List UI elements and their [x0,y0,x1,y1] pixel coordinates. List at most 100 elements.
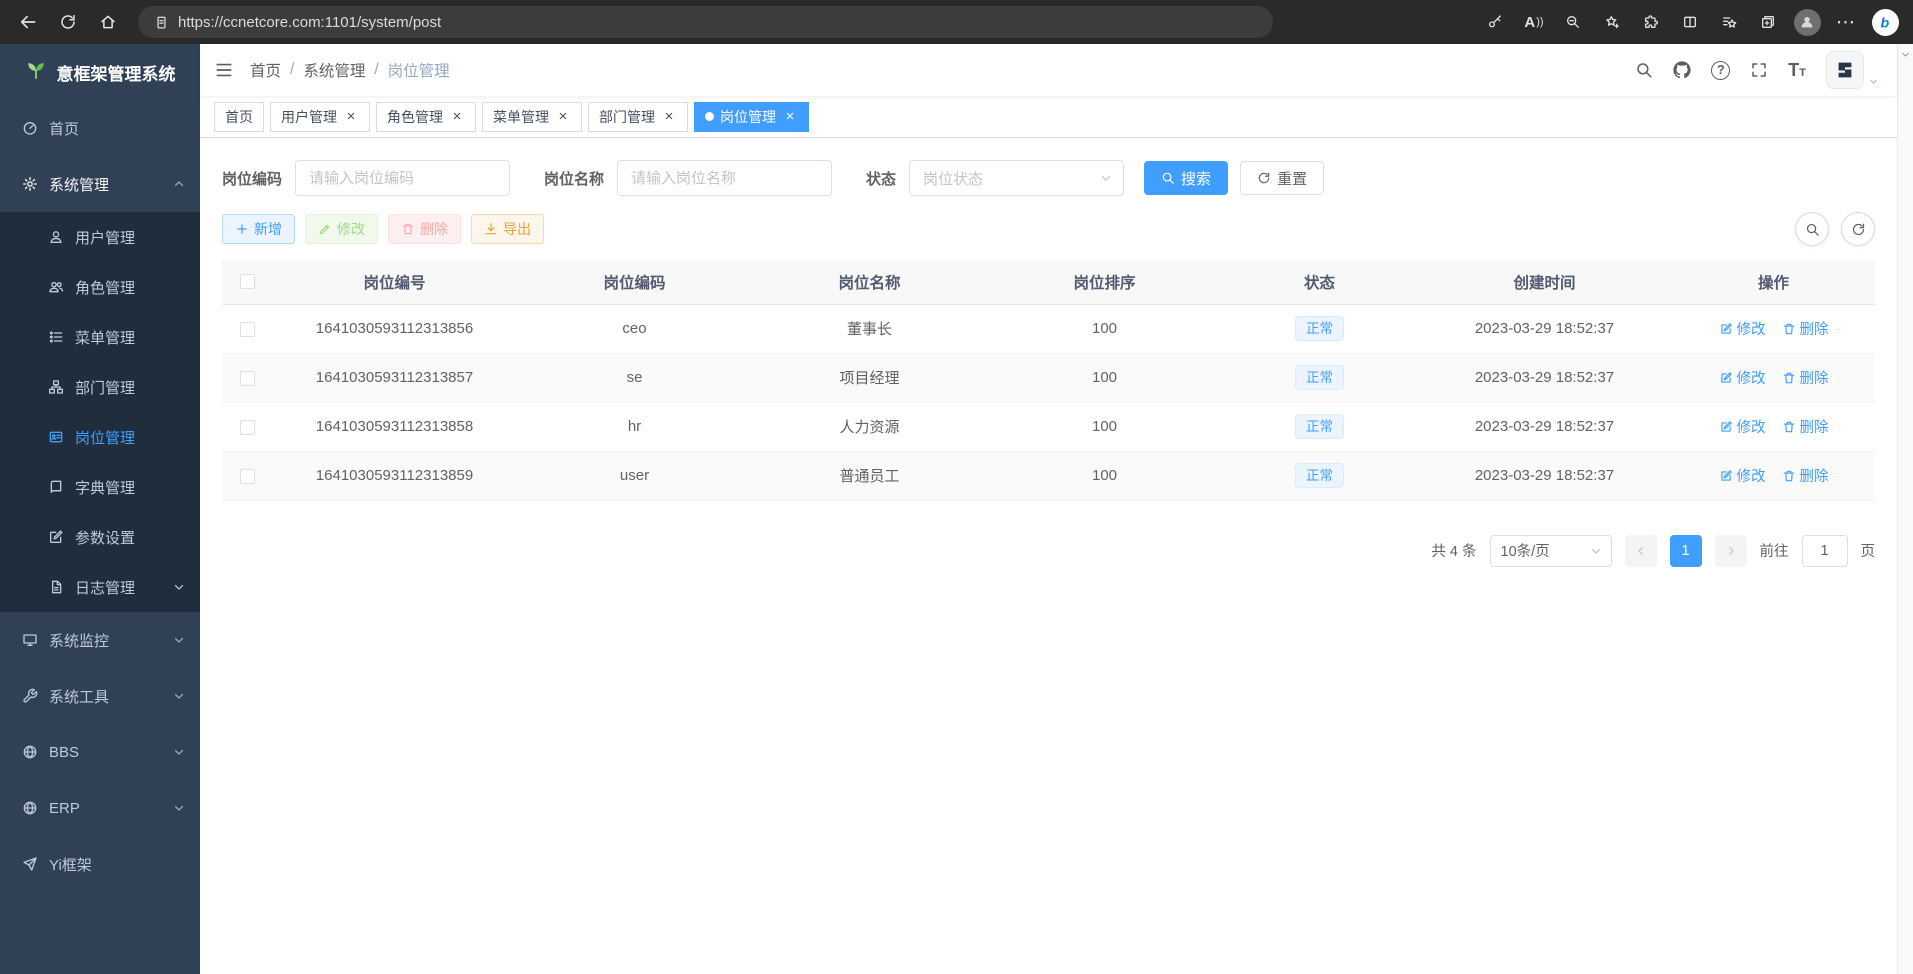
next-page-button[interactable] [1715,535,1747,567]
collections-icon[interactable] [1750,5,1786,39]
export-button[interactable]: 导出 [471,214,544,244]
globe-icon [22,800,38,816]
chevron-up-icon [172,177,186,191]
cell-post-name: 董事长 [752,304,987,353]
cell-post-id: 1641030593112313858 [272,402,517,451]
tag-menu-mgmt[interactable]: 菜单管理× [482,102,582,132]
post-name-input[interactable] [617,160,832,196]
tag-role-mgmt[interactable]: 角色管理× [376,102,476,132]
row-edit-link[interactable]: 修改 [1719,367,1766,388]
post-code-label: 岗位编码 [222,168,282,189]
row-delete-link[interactable]: 删除 [1782,416,1829,437]
zoom-out-icon[interactable] [1555,5,1591,39]
sidebar-item-dictionary[interactable]: 字典管理 [0,462,200,512]
add-button[interactable]: 新增 [222,214,295,244]
table-toolbar: 新增 修改 删除 导出 [222,212,1875,246]
sidebar-item-roles[interactable]: 角色管理 [0,262,200,312]
sidebar-item-parameters[interactable]: 参数设置 [0,512,200,562]
breadcrumb-system[interactable]: 系统管理 [303,59,365,81]
tag-post-mgmt[interactable]: 岗位管理× [694,102,809,132]
sidebar-item-bbs[interactable]: BBS [0,724,200,780]
page-size-select[interactable]: 10条/页 [1490,535,1612,567]
table-header-row: 岗位编号 岗位编码 岗位名称 岗位排序 状态 创建时间 操作 [222,260,1875,304]
select-all-checkbox[interactable] [240,274,255,289]
status-select[interactable]: 岗位状态 [909,160,1124,196]
split-screen-icon[interactable] [1672,5,1708,39]
sidebar-logo[interactable]: 意框架管理系统 [0,44,200,100]
cell-post-code: ceo [517,304,752,353]
row-checkbox[interactable] [240,420,255,435]
reset-button[interactable]: 重置 [1240,161,1324,195]
close-icon[interactable]: × [343,109,359,125]
row-checkbox[interactable] [240,469,255,484]
row-edit-link[interactable]: 修改 [1719,465,1766,486]
row-delete-link[interactable]: 删除 [1782,367,1829,388]
fullscreen-icon[interactable] [1750,61,1768,79]
table-row: 1641030593112313859 user 普通员工 100 正常 202… [222,451,1875,500]
breadcrumb-home[interactable]: 首页 [250,59,281,81]
row-edit-link[interactable]: 修改 [1719,318,1766,339]
toggle-search-button[interactable] [1795,212,1829,246]
tag-user-mgmt[interactable]: 用户管理× [270,102,370,132]
header-post-sort: 岗位排序 [987,260,1222,304]
user-avatar[interactable] [1826,51,1879,89]
github-icon[interactable] [1673,61,1691,79]
browser-profile-avatar[interactable] [1789,5,1825,39]
row-edit-link[interactable]: 修改 [1719,416,1766,437]
sidebar-item-users[interactable]: 用户管理 [0,212,200,262]
collapse-rail-icon[interactable] [1900,49,1911,60]
sidebar-item-logs[interactable]: 日志管理 [0,562,200,612]
read-aloud-icon[interactable]: A)) [1516,5,1552,39]
post-code-input[interactable] [295,160,510,196]
sidebar-item-menus[interactable]: 菜单管理 [0,312,200,362]
add-favorite-icon[interactable] [1594,5,1630,39]
table-row: 1641030593112313856 ceo 董事长 100 正常 2023-… [222,304,1875,353]
search-button[interactable]: 搜索 [1144,161,1228,195]
favorites-bar-icon[interactable] [1711,5,1747,39]
row-delete-link[interactable]: 删除 [1782,465,1829,486]
current-page[interactable]: 1 [1670,535,1702,567]
row-checkbox[interactable] [240,371,255,386]
close-icon[interactable]: × [449,109,465,125]
prev-page-button[interactable] [1625,535,1657,567]
font-size-icon[interactable]: TT [1788,61,1806,79]
row-delete-link[interactable]: 删除 [1782,318,1829,339]
gear-icon [22,176,38,192]
close-icon[interactable]: × [555,109,571,125]
tag-dept-mgmt[interactable]: 部门管理× [588,102,688,132]
sidebar-item-erp[interactable]: ERP [0,780,200,836]
system-submenu: 用户管理 角色管理 菜单管理 部门管理 岗位管理 字典管理 [0,212,200,612]
help-icon[interactable]: ? [1711,61,1730,80]
total-count: 共 4 条 [1431,540,1476,561]
cell-post-sort: 100 [987,353,1222,402]
close-icon[interactable]: × [661,109,677,125]
browser-home-button[interactable] [90,5,126,39]
browser-refresh-button[interactable] [50,5,86,39]
tag-home[interactable]: 首页 [214,102,264,132]
sidebar-item-yi-framework[interactable]: Yi框架 [0,836,200,892]
sidebar-item-tools[interactable]: 系统工具 [0,668,200,724]
close-icon[interactable]: × [782,109,798,125]
row-checkbox[interactable] [240,322,255,337]
delete-button[interactable]: 删除 [388,214,461,244]
extensions-icon[interactable] [1633,5,1669,39]
address-bar[interactable]: https://ccnetcore.com:1101/system/post [138,6,1273,38]
sidebar-item-departments[interactable]: 部门管理 [0,362,200,412]
main-content: 岗位编码 岗位名称 状态 岗位状态 搜索 [200,138,1897,974]
sidebar-item-monitor[interactable]: 系统监控 [0,612,200,668]
goto-page-input[interactable] [1802,535,1848,567]
bing-icon[interactable]: b [1867,5,1903,39]
sidebar-toggle-icon[interactable] [214,60,234,80]
browser-back-button[interactable] [10,5,46,39]
search-icon[interactable] [1635,61,1653,79]
sidebar-item-system[interactable]: 系统管理 [0,156,200,212]
browser-settings-icon[interactable]: ⋯ [1828,5,1864,39]
edit-button[interactable]: 修改 [305,214,378,244]
user-icon [48,229,64,245]
password-key-icon[interactable] [1477,5,1513,39]
search-form: 岗位编码 岗位名称 状态 岗位状态 搜索 [222,160,1875,196]
breadcrumb-current: 岗位管理 [388,59,450,81]
refresh-table-button[interactable] [1841,212,1875,246]
sidebar-item-posts[interactable]: 岗位管理 [0,412,200,462]
sidebar-item-home[interactable]: 首页 [0,100,200,156]
